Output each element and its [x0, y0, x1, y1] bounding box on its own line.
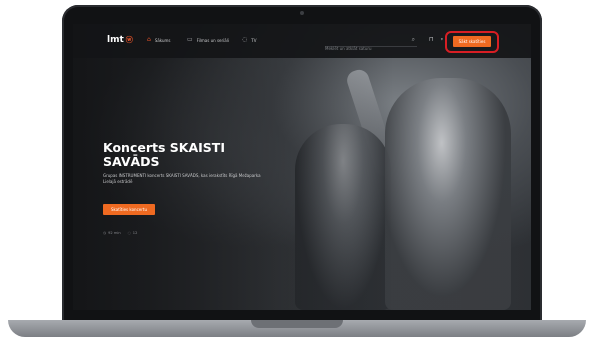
hero-meta: ◷ 92 min ◌ 12	[103, 231, 137, 235]
meta-age-text: 12	[132, 231, 138, 235]
top-navigation: lmt ⓦ ⌂ Sākums ▭ Filmas un seriāli ◌ TV …	[73, 24, 531, 58]
nav-item-films[interactable]: ▭ Filmas un seriāli	[187, 37, 229, 43]
nav-item-label: TV	[251, 37, 257, 43]
nav-item-label: Filmas un seriāli	[196, 37, 229, 43]
screen: lmt ⓦ ⌂ Sākums ▭ Filmas un seriāli ◌ TV …	[73, 24, 531, 310]
nav-item-home[interactable]: ⌂ Sākums	[147, 37, 171, 43]
nav-item-label: Sākums	[154, 37, 171, 43]
bookmark-icon[interactable]: ⊓	[429, 36, 434, 43]
nav-item-tv[interactable]: ◌ TV	[242, 37, 256, 43]
logo-mark-icon: ⓦ	[125, 36, 133, 44]
camera	[300, 11, 304, 15]
meta-age: ◌ 12	[128, 231, 138, 235]
user-icon[interactable]: ⍤	[440, 36, 444, 44]
laptop-base	[8, 320, 586, 337]
search-bar: ⌕	[325, 35, 417, 54]
logo[interactable]: lmt ⓦ	[107, 35, 133, 45]
clock-icon: ◷	[103, 231, 107, 235]
home-icon: ⌂	[147, 36, 151, 43]
logo-text: lmt	[107, 35, 124, 45]
hero-description: Grupas INSTRUMENTI koncerts SKAISTI SAVĀ…	[103, 173, 261, 184]
watch-concert-button[interactable]: Skatīties koncertu	[103, 204, 155, 215]
meta-duration: ◷ 92 min	[103, 231, 121, 235]
age-icon: ◌	[127, 231, 131, 235]
laptop-notch	[251, 320, 343, 328]
search-input[interactable]	[325, 43, 405, 54]
highlight-annotation	[445, 31, 499, 53]
search-icon[interactable]: ⌕	[412, 36, 415, 44]
meta-duration-text: 92 min	[108, 231, 121, 235]
tv-icon: ◌	[242, 36, 248, 43]
hero-title: Koncerts SKAISTI SAVĀDS	[103, 140, 225, 169]
film-icon: ▭	[187, 36, 193, 43]
